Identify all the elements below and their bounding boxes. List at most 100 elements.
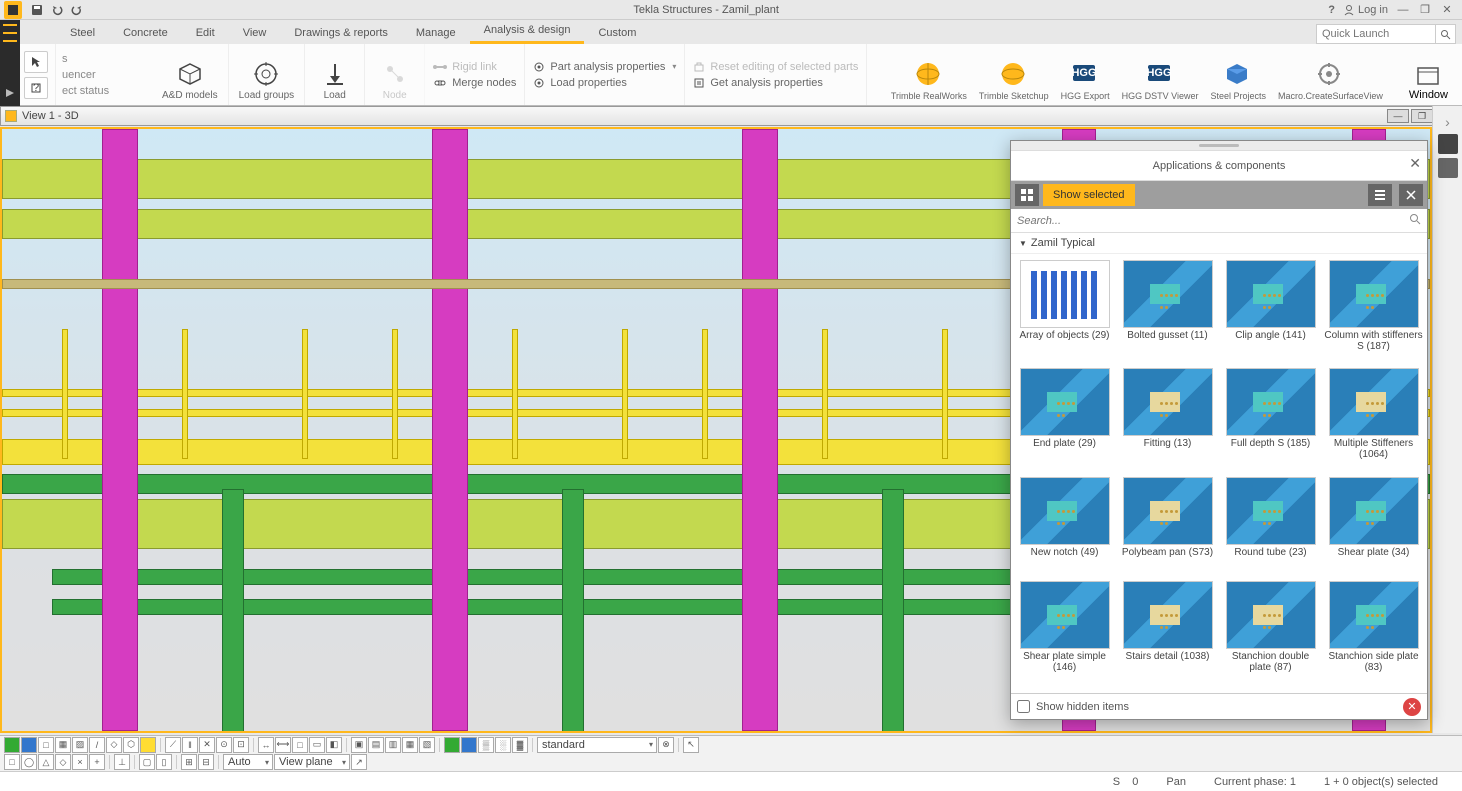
component-card[interactable]: Array of objects (29) [1015, 260, 1114, 366]
sel-btn-29[interactable]: ▓ [512, 737, 528, 753]
snap-btn-4[interactable]: ▦ [55, 737, 71, 753]
cursor-btn[interactable]: ↖ [683, 737, 699, 753]
hgg-dstv-button[interactable]: HGGHGG DSTV Viewer [1116, 46, 1205, 103]
snap-btn-6[interactable]: / [89, 737, 105, 753]
load-groups-button[interactable]: Load groups [229, 44, 306, 105]
collapse-icon[interactable] [1399, 184, 1423, 206]
panel-close-icon[interactable]: ✕ [1409, 155, 1421, 172]
ad-models-button[interactable]: A&D models [152, 44, 229, 105]
list-view-button[interactable] [1368, 184, 1392, 206]
panel-grip[interactable] [1011, 141, 1427, 151]
sel-btn-22[interactable]: ▥ [385, 737, 401, 753]
snap2-9[interactable]: ▯ [156, 754, 172, 770]
undo-icon[interactable] [50, 3, 64, 17]
tab-concrete[interactable]: Concrete [109, 22, 182, 44]
redo-icon[interactable] [70, 3, 84, 17]
snap-btn-17[interactable]: □ [292, 737, 308, 753]
close-icon[interactable]: ✕ [1440, 3, 1454, 17]
snap-btn-1[interactable] [4, 737, 20, 753]
load-properties-button[interactable]: Load properties [533, 77, 676, 89]
component-card[interactable]: Fitting (13) [1118, 368, 1217, 474]
sel-btn-24[interactable]: ▧ [419, 737, 435, 753]
snap2-1[interactable]: □ [4, 754, 20, 770]
window-button[interactable]: Window [1395, 44, 1462, 105]
view-minimize-icon[interactable]: — [1387, 109, 1409, 123]
get-analysis-props-button[interactable]: Get analysis properties [693, 77, 858, 89]
snap-btn-8[interactable]: ⬡ [123, 737, 139, 753]
help-icon[interactable]: ? [1328, 4, 1335, 16]
snap-btn-16[interactable]: ⟷ [275, 737, 291, 753]
component-card[interactable]: Bolted gusset (11) [1118, 260, 1217, 366]
snap2-12[interactable]: ↗ [351, 754, 367, 770]
snap-btn-11[interactable]: ‖ [182, 737, 198, 753]
snap-btn-18[interactable]: ▭ [309, 737, 325, 753]
snap2-11[interactable]: ⊟ [198, 754, 214, 770]
search-icon[interactable] [1409, 213, 1421, 228]
sel-btn-20[interactable]: ▣ [351, 737, 367, 753]
snap-btn-15[interactable]: ↔ [258, 737, 274, 753]
component-card[interactable]: Multiple Stiffeners (1064) [1324, 368, 1423, 474]
sel-btn-25[interactable] [444, 737, 460, 753]
standard-combo[interactable]: standard [537, 737, 657, 753]
snap-btn-3[interactable]: □ [38, 737, 54, 753]
snap2-7[interactable]: ⊥ [114, 754, 130, 770]
component-card[interactable]: Round tube (23) [1221, 477, 1320, 579]
component-card[interactable]: End plate (29) [1015, 368, 1114, 474]
components-panel-button[interactable] [1438, 134, 1458, 154]
snap2-10[interactable]: ⊞ [181, 754, 197, 770]
snap-btn-12[interactable]: ✕ [199, 737, 215, 753]
snap-btn-5[interactable]: ▨ [72, 737, 88, 753]
file-menu-button[interactable] [0, 20, 20, 106]
login-button[interactable]: Log in [1343, 4, 1388, 16]
expand-right-icon[interactable]: › [1445, 114, 1450, 130]
side-panel-button[interactable] [1438, 158, 1458, 178]
trimble-sketchup-button[interactable]: Trimble Sketchup [973, 46, 1055, 103]
search-icon[interactable] [1436, 24, 1456, 44]
help-tool-button[interactable]: ? [24, 77, 48, 99]
component-card[interactable]: Stanchion side plate (83) [1324, 581, 1423, 687]
tab-analysis[interactable]: Analysis & design [470, 19, 585, 44]
tab-custom[interactable]: Custom [584, 22, 650, 44]
quick-launch-input[interactable] [1316, 24, 1436, 44]
snap2-6[interactable]: + [89, 754, 105, 770]
sel-btn-30[interactable]: ⊗ [658, 737, 674, 753]
sel-btn-23[interactable]: ▦ [402, 737, 418, 753]
viewplane-combo[interactable]: View plane [274, 754, 350, 770]
tab-edit[interactable]: Edit [182, 22, 229, 44]
trimble-realworks-button[interactable]: Trimble RealWorks [885, 46, 973, 103]
view-title-bar[interactable]: View 1 - 3D — ❐ ✕ [0, 106, 1462, 126]
macro-surface-button[interactable]: Macro.CreateSurfaceView [1272, 46, 1389, 103]
component-card[interactable]: Shear plate simple (146) [1015, 581, 1114, 687]
snap2-4[interactable]: ◇ [55, 754, 71, 770]
snap2-8[interactable]: ▢ [139, 754, 155, 770]
grid-view-button[interactable] [1015, 184, 1039, 206]
component-card[interactable]: Shear plate (34) [1324, 477, 1423, 579]
clear-button[interactable]: ✕ [1403, 698, 1421, 716]
component-card[interactable]: Clip angle (141) [1221, 260, 1320, 366]
snap-btn-9[interactable] [140, 737, 156, 753]
group-header[interactable]: Zamil Typical [1011, 233, 1427, 254]
component-search-input[interactable] [1017, 215, 1409, 227]
show-hidden-checkbox[interactable] [1017, 700, 1030, 713]
snap-btn-13[interactable]: ⊙ [216, 737, 232, 753]
component-card[interactable]: Full depth S (185) [1221, 368, 1320, 474]
show-selected-button[interactable]: Show selected [1043, 184, 1135, 206]
snap-btn-14[interactable]: ⊡ [233, 737, 249, 753]
component-card[interactable]: New notch (49) [1015, 477, 1114, 579]
snap-btn-2[interactable] [21, 737, 37, 753]
minimize-icon[interactable]: — [1396, 3, 1410, 17]
tab-drawings[interactable]: Drawings & reports [280, 22, 402, 44]
load-button[interactable]: Load [305, 44, 365, 105]
sel-btn-28[interactable]: ░ [495, 737, 511, 753]
tab-manage[interactable]: Manage [402, 22, 470, 44]
snap-btn-10[interactable]: ⟋ [165, 737, 181, 753]
snap2-3[interactable]: △ [38, 754, 54, 770]
tab-view[interactable]: View [229, 22, 281, 44]
component-card[interactable]: Column with stiffeners S (187) [1324, 260, 1423, 366]
merge-nodes-button[interactable]: Merge nodes [433, 77, 516, 89]
restore-icon[interactable]: ❐ [1418, 3, 1432, 17]
hgg-export-button[interactable]: HGGHGG Export [1055, 46, 1116, 103]
cursor-tool-button[interactable] [24, 51, 48, 73]
view-maximize-icon[interactable]: ❐ [1411, 109, 1433, 123]
snap2-2[interactable]: ◯ [21, 754, 37, 770]
